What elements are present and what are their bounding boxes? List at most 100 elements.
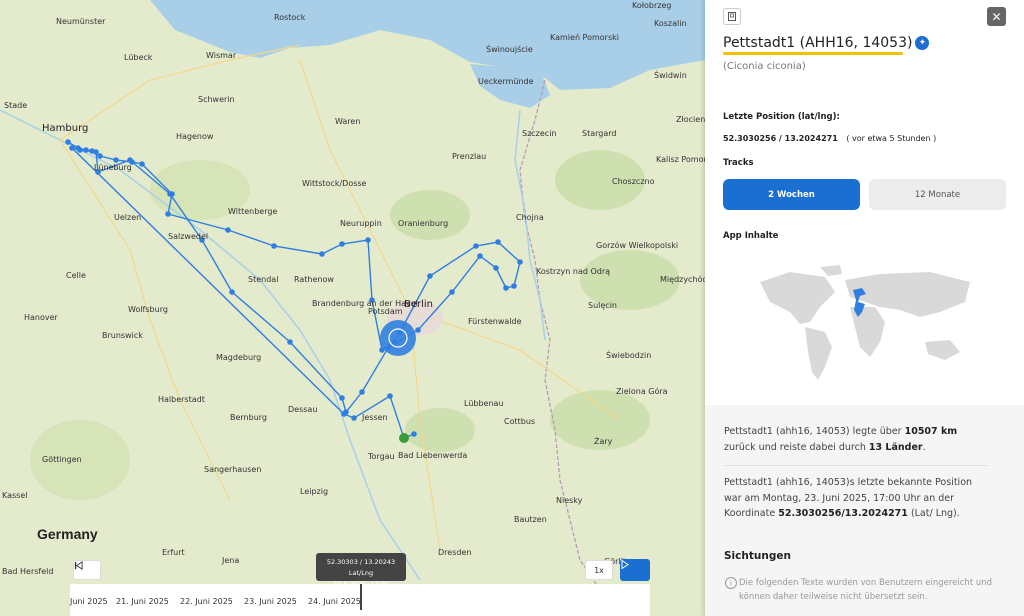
city-label: Świdwin	[654, 71, 687, 80]
timeline-date: 22. Juni 2025	[180, 597, 233, 606]
track-point[interactable]	[339, 395, 345, 401]
map-view[interactable]: Neumünster Rostock Wismar Lübeck Stade Schwer…	[0, 0, 705, 616]
coordinate-value: 52.3030256/13.2024271	[778, 508, 908, 519]
track-point[interactable]	[427, 273, 433, 279]
city-label: Brunswick	[102, 331, 143, 340]
track-point[interactable]	[225, 227, 231, 233]
close-button[interactable]: ✕	[987, 7, 1006, 26]
last-position-value: 52.3030256 / 13.2024271	[723, 134, 838, 143]
city-label: Salzwedel	[168, 232, 209, 241]
save-button[interactable]	[723, 8, 741, 25]
track-point[interactable]	[319, 251, 325, 257]
city-label: Wittstock/Dosse	[302, 179, 367, 188]
city-label: Bautzen	[514, 515, 547, 524]
detail-panel: ✕ Pettstadt1 (AHH16, 14053) ✦ (Ciconia ci…	[705, 0, 1024, 616]
track-point[interactable]	[387, 393, 393, 399]
city-label: Celle	[66, 271, 86, 280]
city-label: Chojna	[516, 213, 544, 222]
city-label: Świebodzin	[606, 351, 652, 360]
city-label: Stendal	[248, 275, 279, 284]
distance-value: 10507 km	[904, 426, 958, 437]
track-point[interactable]	[365, 237, 371, 243]
city-label: Bernburg	[230, 413, 268, 422]
track-point[interactable]	[97, 153, 103, 159]
track-point[interactable]	[351, 415, 357, 421]
last-position: 52.3030256 / 13.2024271 ( vor etwa 5 Stu…	[723, 134, 936, 143]
divider	[724, 465, 988, 466]
bookmark-icon	[728, 12, 736, 21]
last-position-summary: Pettstadt1 (ahh16, 14053)s letzte bekann…	[724, 475, 989, 522]
timeline-date: 23. Juni 2025	[244, 597, 297, 606]
city-label: Hagenow	[176, 132, 214, 141]
timeline-current-marker[interactable]	[360, 584, 362, 610]
city-label: Międzychód	[660, 275, 705, 284]
track-point[interactable]	[113, 157, 119, 163]
country-count: 13 Länder	[868, 441, 923, 453]
tab-12-months[interactable]: 12 Monate	[869, 179, 1006, 210]
city-label: Schwerin	[198, 95, 235, 104]
track-point[interactable]	[473, 243, 479, 249]
track-point[interactable]	[271, 243, 277, 249]
city-label: Kołobrzeg	[632, 1, 672, 10]
track-point[interactable]	[359, 389, 365, 395]
city-label: Sulęcin	[588, 301, 617, 310]
city-label: Kamień Pomorski	[550, 33, 619, 42]
city-label: Bad Liebenwerda	[398, 451, 468, 460]
tooltip-coords: 52.30303 / 13.20243 Lat/Lng	[326, 558, 396, 577]
species-name: (Ciconia ciconia)	[723, 61, 806, 72]
title-underline	[723, 52, 903, 55]
stat-text: Pettstadt1 (ahh16, 14053) legte über	[724, 426, 902, 437]
track-point[interactable]	[93, 149, 99, 155]
city-label: Świnoujście	[486, 45, 533, 54]
track-point[interactable]	[517, 259, 523, 265]
sightings-note: Die folgenden Texte wurden von Benutzern…	[739, 578, 993, 602]
track-point[interactable]	[341, 411, 347, 417]
track-point[interactable]	[411, 431, 417, 437]
city-label: Jena	[222, 556, 240, 565]
track-point[interactable]	[339, 241, 345, 247]
city-label: Dessau	[288, 405, 318, 414]
track-point[interactable]	[127, 157, 133, 163]
rewind-button[interactable]	[73, 560, 101, 580]
country-label: Germany	[37, 526, 98, 542]
start-position-marker	[399, 433, 409, 443]
city-label: Złocieniec	[676, 115, 705, 124]
city-label: Sangerhausen	[204, 465, 262, 474]
city-label: Torgau	[368, 452, 395, 461]
track-point[interactable]	[495, 239, 501, 245]
track-point[interactable]	[165, 211, 171, 217]
city-label: Żary	[594, 437, 613, 446]
skip-back-icon	[74, 561, 83, 570]
timeline-date: 24. Juni 2025	[308, 597, 361, 606]
track-point[interactable]	[77, 147, 83, 153]
city-label: Kalisz Pomorski	[656, 155, 705, 164]
track-point[interactable]	[83, 147, 89, 153]
city-label: Szczecin	[522, 129, 557, 138]
tab-2-weeks[interactable]: 2 Wochen	[723, 179, 860, 210]
timeline-date: 21. Juni 2025	[116, 597, 169, 606]
track-point[interactable]	[65, 139, 71, 145]
track-point[interactable]	[139, 161, 145, 167]
city-label: Oranienburg	[398, 219, 449, 228]
track-point[interactable]	[229, 289, 235, 295]
track-point[interactable]	[69, 145, 75, 151]
track-point[interactable]	[493, 265, 499, 271]
stat-text: zurück und reiste dabei durch	[724, 441, 866, 453]
track-point[interactable]	[287, 339, 293, 345]
city-label: Choszczno	[612, 177, 655, 186]
track-point[interactable]	[503, 285, 509, 291]
city-label: Potsdam	[368, 307, 403, 316]
track-point[interactable]	[511, 283, 517, 289]
speed-button[interactable]: 1x	[585, 560, 613, 580]
track-point[interactable]	[477, 253, 483, 259]
track-point[interactable]	[415, 327, 421, 333]
track-point[interactable]	[449, 289, 455, 295]
track-point[interactable]	[167, 191, 173, 197]
city-label: Niesky	[556, 496, 583, 505]
play-button[interactable]	[620, 559, 650, 581]
city-label: Dresden	[438, 548, 472, 557]
city-label: Jessen	[362, 413, 388, 422]
city-label: Magdeburg	[216, 353, 262, 362]
city-label: Wittenberge	[228, 207, 278, 216]
stat-text: (Lat/ Lng).	[910, 508, 960, 519]
